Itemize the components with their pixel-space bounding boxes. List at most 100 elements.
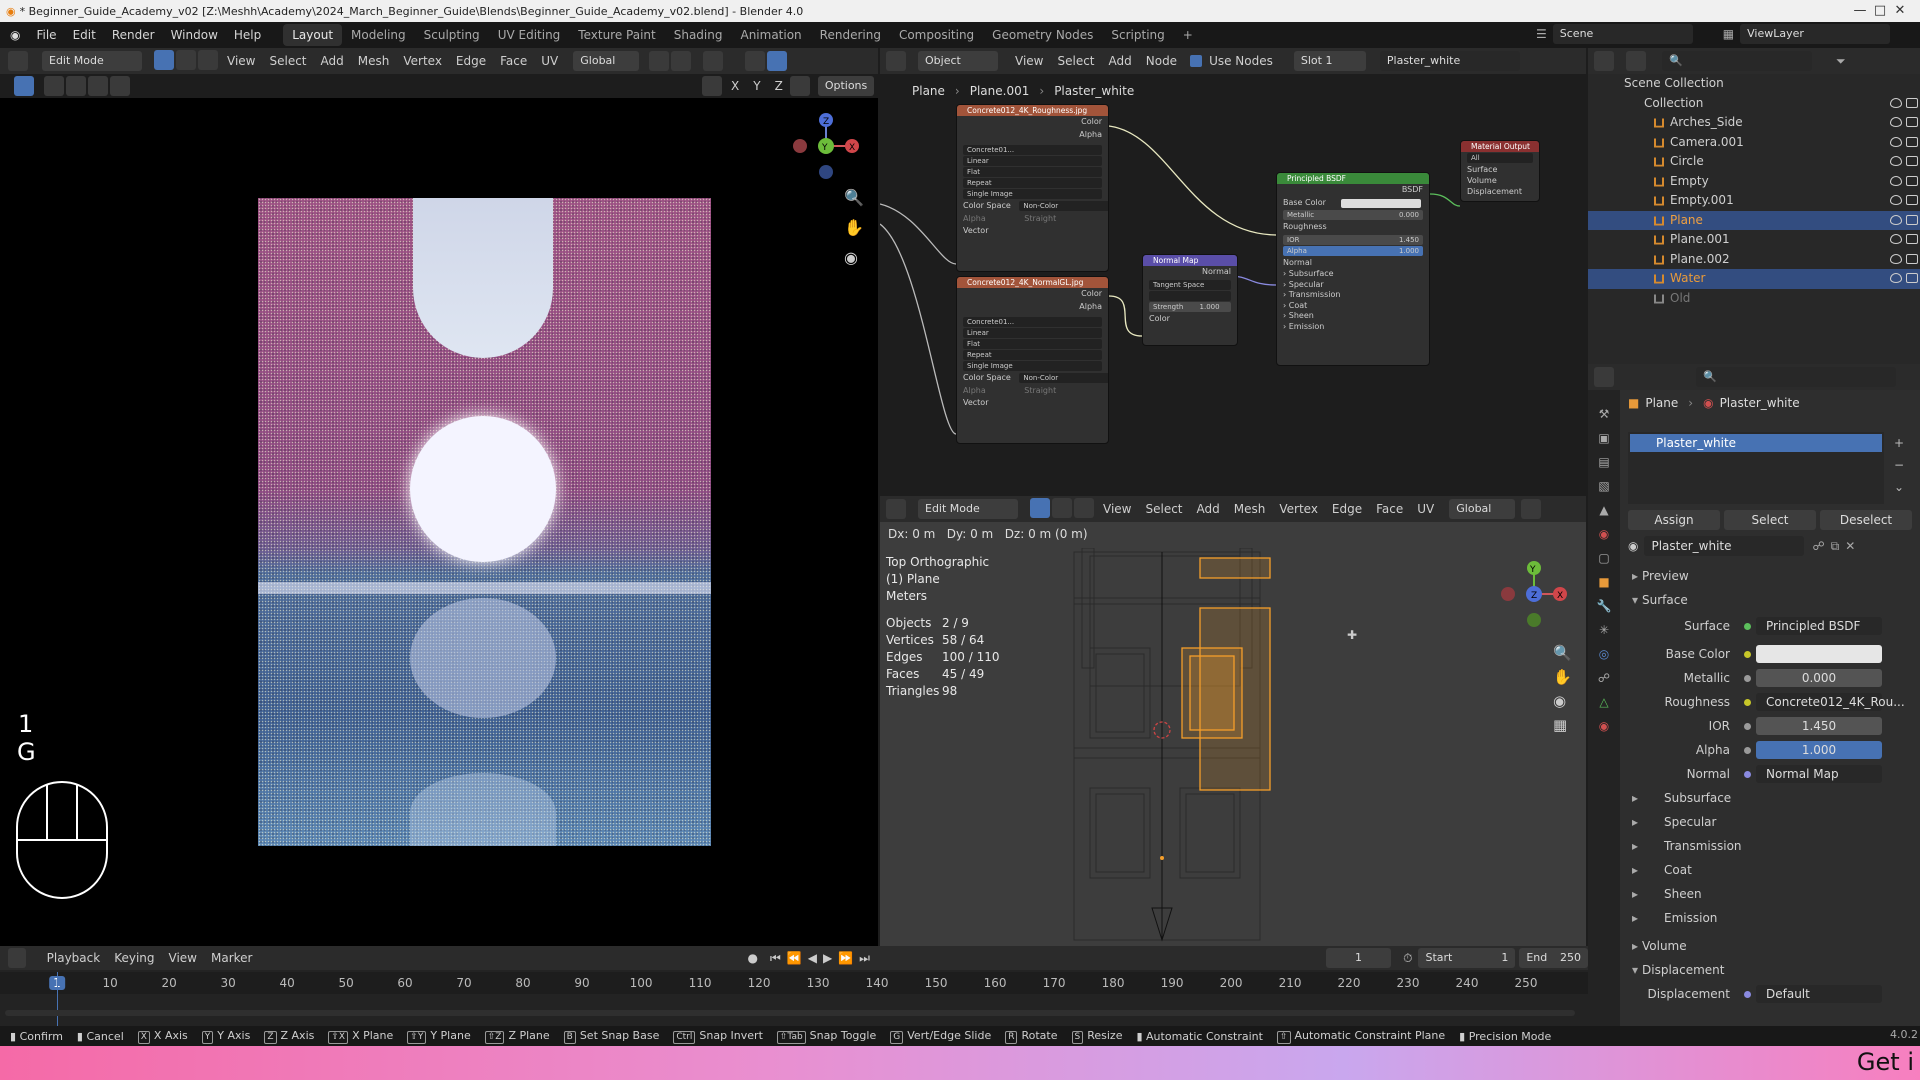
- interpolation-dropdown[interactable]: Linear: [963, 156, 1102, 166]
- menu-node[interactable]: Node: [1139, 54, 1184, 68]
- menu-mesh[interactable]: Mesh: [351, 54, 397, 68]
- material-output-node[interactable]: Material Output All Surface Volume Displ…: [1460, 140, 1540, 202]
- metallic-field[interactable]: Metallic 0.000: [1283, 210, 1423, 220]
- interpolation-dropdown[interactable]: Linear: [963, 328, 1102, 338]
- next-keyframe-icon[interactable]: ⏩: [838, 951, 853, 965]
- menu-playback[interactable]: Playback: [40, 951, 108, 965]
- input-surface[interactable]: Surface: [1461, 164, 1539, 175]
- eye-icon[interactable]: [1890, 175, 1902, 186]
- image-texture-node-normal[interactable]: Concrete012_4K_NormalGL.jpg Color Alpha …: [956, 276, 1109, 444]
- pivot-icon[interactable]: [649, 51, 670, 71]
- play-icon[interactable]: ▶: [823, 951, 832, 965]
- menu-edge[interactable]: Edge: [449, 54, 493, 68]
- input-value-field[interactable]: 1.000: [1756, 741, 1882, 759]
- output-color[interactable]: Color: [957, 288, 1108, 301]
- camera-render-icon[interactable]: [1906, 156, 1918, 166]
- viewlayer-selector[interactable]: ViewLayer: [1740, 24, 1891, 44]
- face-select-icon[interactable]: [198, 49, 218, 70]
- camera-render-icon[interactable]: [1906, 175, 1918, 186]
- add-workspace-button[interactable]: +: [1174, 24, 1202, 46]
- pivot-icon[interactable]: [1521, 499, 1542, 519]
- input-value-field[interactable]: Concrete012_4K_Rou...: [1756, 693, 1905, 711]
- display-mode-icon[interactable]: [1626, 51, 1646, 71]
- displacement-section[interactable]: Displacement: [1620, 958, 1920, 982]
- principled-bsdf-node[interactable]: Principled BSDF BSDF Base Color Metallic…: [1276, 172, 1430, 366]
- promo-banner[interactable]: Get i: [0, 1046, 1920, 1080]
- navigation-gizmo[interactable]: Y X Z: [786, 106, 866, 186]
- mirror-icon[interactable]: [702, 76, 722, 96]
- zoom-icon[interactable]: 🔍: [844, 188, 864, 207]
- tab-texture-paint[interactable]: Texture Paint: [569, 24, 664, 46]
- object-type-dropdown[interactable]: Object: [918, 51, 998, 71]
- axis-x-toggle[interactable]: X: [724, 79, 746, 93]
- tab-scripting[interactable]: Scripting: [1102, 24, 1173, 46]
- eye-icon[interactable]: [1890, 97, 1902, 108]
- mode-dropdown[interactable]: Edit Mode: [42, 51, 142, 71]
- output-bsdf[interactable]: BSDF: [1277, 184, 1429, 197]
- visibility-icon[interactable]: [745, 51, 766, 71]
- base-color-swatch[interactable]: [1341, 198, 1421, 208]
- eye-icon[interactable]: [1890, 136, 1902, 147]
- use-nodes-checkbox[interactable]: [1190, 55, 1203, 67]
- extension-dropdown[interactable]: Repeat: [963, 350, 1102, 360]
- menu-select[interactable]: Select: [262, 54, 313, 68]
- select-extend-icon[interactable]: [66, 76, 86, 96]
- input-value-field[interactable]: Normal Map: [1756, 765, 1882, 783]
- rendered-viewport[interactable]: Y X Z 🔍 ✋ ◉ 1 G: [0, 98, 878, 946]
- camera-render-icon[interactable]: [1906, 253, 1918, 264]
- input-roughness[interactable]: Roughness: [1277, 221, 1429, 234]
- camera-view-icon[interactable]: ◉: [1553, 692, 1566, 710]
- filter-icon[interactable]: ⏷: [1836, 54, 1846, 69]
- normal-map-node[interactable]: Normal Map Normal Tangent Space Strength…: [1142, 254, 1238, 346]
- output-target-dropdown[interactable]: All: [1467, 153, 1533, 163]
- snap-icon[interactable]: [671, 51, 692, 71]
- select-subtract-icon[interactable]: [88, 76, 108, 96]
- options-dropdown[interactable]: Options: [817, 76, 875, 96]
- space-dropdown[interactable]: Tangent Space: [1149, 279, 1231, 290]
- tab-animation[interactable]: Animation: [731, 24, 810, 46]
- frame-ruler[interactable]: 1102030405060708090100110120130140150160…: [0, 972, 1588, 994]
- collection-tab-icon[interactable]: ▢: [1588, 546, 1620, 570]
- deselect-button[interactable]: Deselect: [1820, 510, 1912, 530]
- outliner-item[interactable]: Water: [1588, 269, 1920, 289]
- tab-layout[interactable]: Layout: [283, 24, 343, 46]
- outliner-item[interactable]: Empty.001: [1588, 191, 1920, 211]
- tab-shading[interactable]: Shading: [665, 24, 732, 46]
- source-dropdown[interactable]: Single Image: [963, 189, 1102, 199]
- slot-menu-button[interactable]: ⌄: [1894, 476, 1904, 498]
- axis-z-toggle[interactable]: Z: [768, 79, 790, 93]
- bsdf-section-specular[interactable]: › Specular: [1277, 280, 1429, 291]
- menu-uv[interactable]: UV: [534, 54, 565, 68]
- end-frame-field[interactable]: End 250: [1519, 948, 1588, 968]
- mode-dropdown[interactable]: Edit Mode: [918, 499, 1018, 519]
- menu-add[interactable]: Add: [314, 54, 351, 68]
- edge-select-icon[interactable]: [1052, 497, 1072, 518]
- material-selector[interactable]: Plaster_white: [1379, 51, 1520, 71]
- input-value-field[interactable]: [1756, 645, 1882, 663]
- editor-type-icon[interactable]: [886, 51, 906, 71]
- image-texture-node-roughness[interactable]: Concrete012_4K_Roughness.jpg Color Alpha…: [956, 104, 1109, 272]
- menu-vertex[interactable]: Vertex: [1272, 502, 1325, 516]
- editor-type-icon[interactable]: [8, 51, 28, 71]
- outliner-item[interactable]: Arches_Side: [1588, 113, 1920, 133]
- outliner-item[interactable]: Empty: [1588, 172, 1920, 192]
- outliner-item[interactable]: Plane.002: [1588, 250, 1920, 270]
- particles-tab-icon[interactable]: ✳: [1588, 618, 1620, 642]
- output-normal[interactable]: Normal: [1143, 266, 1237, 279]
- record-icon[interactable]: ●: [747, 951, 757, 965]
- playhead-line[interactable]: [57, 972, 58, 1026]
- gizmo-toggle-icon[interactable]: [767, 51, 788, 71]
- menu-window[interactable]: Window: [163, 22, 226, 48]
- menu-view[interactable]: View: [1096, 502, 1138, 516]
- outliner-item[interactable]: Plane: [1588, 210, 1920, 230]
- play-reverse-icon[interactable]: ◀: [808, 951, 817, 965]
- outliner-item[interactable]: Camera.001: [1588, 133, 1920, 153]
- input-displacement[interactable]: Displacement: [1461, 186, 1539, 197]
- material-name-field[interactable]: Plaster_white: [1644, 536, 1805, 556]
- projection-dropdown[interactable]: Flat: [963, 339, 1102, 349]
- eye-icon[interactable]: [1890, 117, 1902, 127]
- bsdf-section-transmission[interactable]: › Transmission: [1277, 290, 1429, 301]
- input-value-field[interactable]: 1.450: [1756, 717, 1882, 735]
- color-space-dropdown[interactable]: Non-Color: [1019, 373, 1108, 383]
- subsection-sheen[interactable]: Sheen: [1620, 882, 1920, 906]
